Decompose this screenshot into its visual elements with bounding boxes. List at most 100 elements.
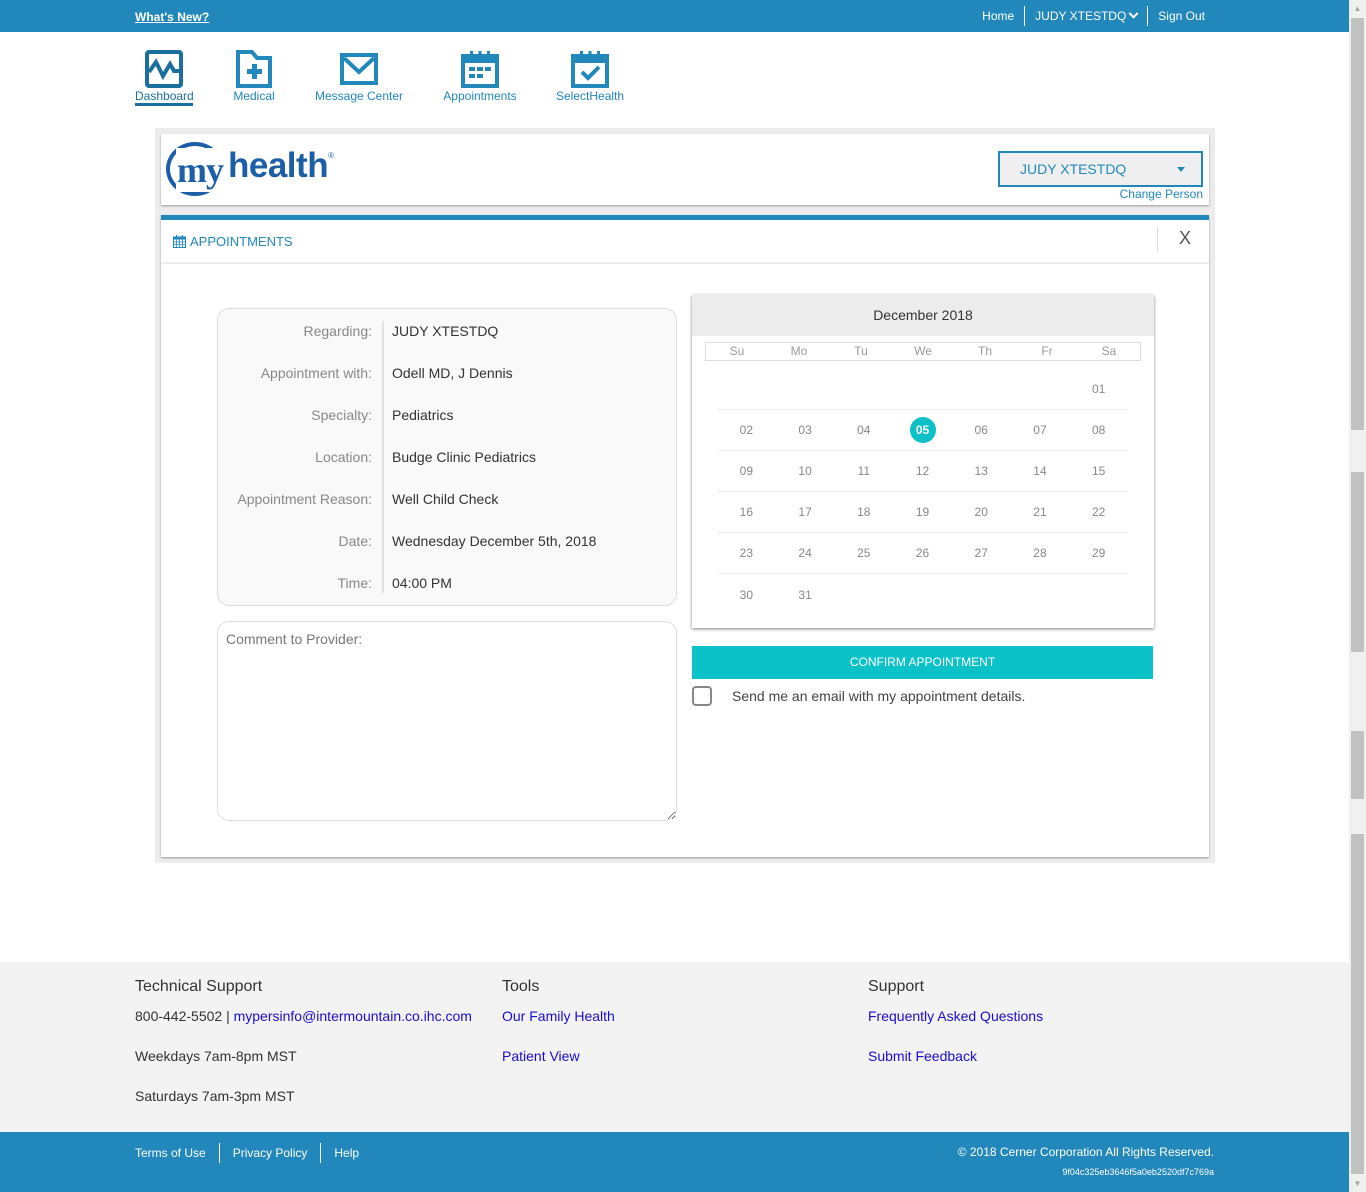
envelope-icon — [340, 53, 378, 85]
footer-support: Support Frequently Asked Questions Submi… — [868, 978, 1043, 1088]
calendar-day[interactable]: 10 — [776, 451, 835, 491]
calendar-icon — [461, 51, 499, 88]
detail-label: Specialty: — [311, 407, 372, 423]
privacy-policy-link[interactable]: Privacy Policy — [220, 1146, 321, 1160]
calendar-day[interactable]: 27 — [952, 533, 1011, 573]
calendar-day[interactable]: 21 — [1011, 492, 1070, 532]
support-email-link[interactable]: mypersinfo@intermountain.co.ihc.com — [234, 1008, 472, 1024]
calendar-day-empty — [893, 369, 952, 409]
weekday-label: Fr — [1041, 344, 1053, 358]
day-number: 06 — [974, 423, 988, 437]
detail-row: Appointment with: Odell MD, J Dennis — [218, 365, 676, 385]
our-family-health-link[interactable]: Our Family Health — [502, 1008, 615, 1024]
change-person-link[interactable]: Change Person — [1120, 187, 1203, 201]
day-number: 25 — [857, 546, 871, 560]
saturday-hours: Saturdays 7am-3pm MST — [135, 1088, 295, 1104]
nav-item-selecthealth[interactable]: SelectHealth — [556, 50, 624, 103]
calendar-day[interactable]: 15 — [1069, 451, 1128, 491]
patient-view-link[interactable]: Patient View — [502, 1048, 580, 1064]
terms-of-use-link[interactable]: Terms of Use — [135, 1146, 219, 1160]
detail-value: JUDY XTESTDQ — [392, 323, 499, 339]
calendar-day[interactable]: 04 — [834, 410, 893, 450]
detail-value: 04:00 PM — [392, 575, 452, 591]
calendar-day[interactable]: 26 — [893, 533, 952, 573]
day-number: 08 — [1091, 423, 1106, 437]
day-number: 03 — [798, 423, 812, 437]
active-indicator — [135, 103, 193, 106]
top-bar-menu: Home JUDY XTESTDQ Sign Out — [972, 6, 1215, 26]
logo-circle: my — [166, 142, 224, 196]
nav-label: Message Center — [314, 89, 404, 103]
day-number: 22 — [1091, 505, 1106, 519]
nav-item-appointments[interactable]: Appointments — [443, 50, 517, 103]
email-opt-in-checkbox[interactable] — [692, 686, 712, 706]
day-number: 31 — [798, 587, 812, 602]
calendar-day[interactable]: 16 — [717, 492, 776, 532]
separator: | — [222, 1008, 234, 1024]
email-opt-in-label: Send me an email with my appointment det… — [732, 688, 1026, 704]
nav-item-message-center[interactable]: Message Center — [314, 50, 404, 103]
detail-row: Date: Wednesday December 5th, 2018 — [218, 533, 676, 553]
panel-title: APPOINTMENTS — [173, 234, 293, 249]
calendar-day[interactable]: 12 — [893, 451, 952, 491]
calendar-day[interactable]: 01 — [1069, 369, 1128, 409]
calendar-day[interactable]: 29 — [1069, 533, 1128, 573]
calendar-day[interactable]: 20 — [952, 492, 1011, 532]
close-button[interactable]: X — [1179, 228, 1191, 249]
scrollbar-thumb-segment[interactable] — [1351, 834, 1364, 1174]
page-scrollbar[interactable]: ▲ ▼ — [1349, 0, 1366, 1192]
sign-out-link[interactable]: Sign Out — [1148, 6, 1215, 26]
calendar-day[interactable]: 03 — [776, 410, 835, 450]
calendar-day-selected[interactable]: 05 — [893, 410, 952, 450]
calendar-day[interactable]: 25 — [834, 533, 893, 573]
scroll-down-arrow-icon[interactable]: ▼ — [1349, 1175, 1366, 1192]
calendar-day[interactable]: 31 — [776, 574, 835, 615]
day-number: 05 — [909, 417, 936, 443]
calendar-day[interactable]: 07 — [1011, 410, 1070, 450]
faq-link[interactable]: Frequently Asked Questions — [868, 1008, 1043, 1024]
person-select-dropdown[interactable]: JUDY XTESTDQ — [998, 151, 1203, 187]
scroll-up-arrow-icon[interactable]: ▲ — [1349, 0, 1366, 17]
calendar-day[interactable]: 23 — [717, 533, 776, 573]
scrollbar-thumb-segment[interactable] — [1351, 731, 1364, 799]
myhealth-logo: my health ® — [166, 142, 334, 196]
home-link[interactable]: Home — [972, 6, 1024, 26]
calendar-day[interactable]: 17 — [776, 492, 835, 532]
scrollbar-thumb-segment[interactable] — [1351, 472, 1364, 652]
nav-item-dashboard[interactable]: Dashboard — [135, 50, 194, 106]
weekday-label: Th — [977, 344, 992, 358]
scrollbar-thumb[interactable] — [1351, 18, 1364, 430]
calendar-day[interactable]: 06 — [952, 410, 1011, 450]
day-number: 20 — [974, 505, 988, 519]
footer-heading: Technical Support — [135, 978, 263, 995]
calendar-day[interactable]: 28 — [1011, 533, 1070, 573]
calendar-day[interactable]: 22 — [1069, 492, 1128, 532]
day-number: 23 — [739, 546, 754, 560]
confirm-appointment-button[interactable]: CONFIRM APPOINTMENT — [692, 646, 1153, 679]
calendar-day[interactable]: 13 — [952, 451, 1011, 491]
calendar-day[interactable]: 30 — [717, 574, 776, 615]
comment-to-provider-input[interactable] — [217, 621, 677, 821]
calendar-day[interactable]: 09 — [717, 451, 776, 491]
day-number: 07 — [1033, 423, 1047, 437]
nav-label: Dashboard — [135, 89, 194, 103]
day-number: 19 — [915, 505, 930, 519]
calendar-day-empty — [1069, 574, 1128, 615]
weekday-label: Sa — [1101, 344, 1117, 358]
help-link[interactable]: Help — [321, 1146, 372, 1160]
calendar-day[interactable]: 11 — [834, 451, 893, 491]
calendar-day[interactable]: 08 — [1069, 410, 1128, 450]
calendar-day[interactable]: 14 — [1011, 451, 1070, 491]
whats-new-link[interactable]: What's New? — [135, 10, 209, 24]
detail-label: Time: — [337, 575, 372, 591]
day-number: 14 — [1033, 464, 1047, 478]
nav-item-medical[interactable]: Medical — [231, 50, 277, 103]
submit-feedback-link[interactable]: Submit Feedback — [868, 1048, 977, 1064]
day-number: 27 — [974, 546, 988, 560]
calendar-day[interactable]: 19 — [893, 492, 952, 532]
user-menu-dropdown[interactable]: JUDY XTESTDQ — [1025, 6, 1147, 26]
appointment-panel-header: APPOINTMENTS X — [161, 220, 1209, 264]
calendar-day[interactable]: 02 — [717, 410, 776, 450]
calendar-day[interactable]: 18 — [834, 492, 893, 532]
calendar-day[interactable]: 24 — [776, 533, 835, 573]
